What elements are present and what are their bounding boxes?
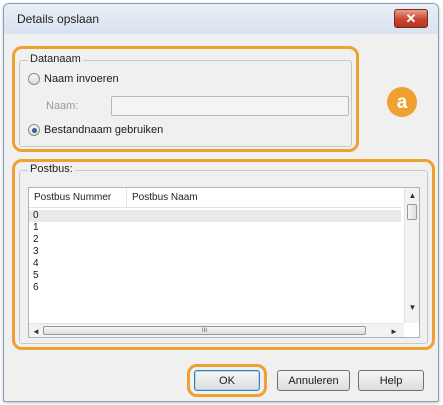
list-item[interactable]: 5 bbox=[29, 270, 401, 282]
file-name-group-title: Datanaam bbox=[28, 53, 83, 65]
scroll-left-icon[interactable]: ◄ bbox=[29, 324, 43, 338]
horizontal-scrollbar[interactable]: ◄ III ► bbox=[29, 323, 404, 337]
list-item[interactable]: 6 bbox=[29, 282, 401, 290]
mailbox-group-title: Postbus: bbox=[28, 163, 75, 175]
name-input[interactable] bbox=[111, 96, 349, 116]
close-button[interactable]: ✕ bbox=[394, 9, 428, 28]
close-icon: ✕ bbox=[405, 11, 417, 26]
mailbox-list[interactable]: Postbus Nummer Postbus Naam 0 1 2 3 4 5 … bbox=[28, 187, 420, 338]
save-details-dialog: Details opslaan ✕ Datanaam Naam invoeren… bbox=[3, 3, 439, 402]
list-item[interactable]: 4 bbox=[29, 258, 401, 270]
radio-enter-name-indicator[interactable] bbox=[28, 73, 40, 85]
mailbox-list-rows: 0 1 2 3 4 5 6 bbox=[29, 210, 401, 290]
vertical-scroll-thumb[interactable] bbox=[407, 204, 417, 220]
name-field-label: Naam: bbox=[46, 100, 79, 112]
radio-enter-name-label: Naam invoeren bbox=[44, 73, 119, 85]
mailbox-group: Postbus: Postbus Nummer Postbus Naam 0 1… bbox=[19, 163, 428, 344]
mailbox-list-header: Postbus Nummer Postbus Naam bbox=[29, 188, 401, 208]
radio-use-file-name-indicator[interactable] bbox=[28, 124, 40, 136]
dialog-title: Details opslaan bbox=[17, 12, 100, 26]
list-item[interactable]: 3 bbox=[29, 246, 401, 258]
column-header-mailbox-name[interactable]: Postbus Naam bbox=[127, 188, 401, 207]
file-name-group: Datanaam Naam invoeren Naam: Bestandnaam… bbox=[19, 53, 352, 147]
callout-badge-a: a bbox=[387, 87, 417, 117]
title-bar: Details opslaan ✕ bbox=[4, 4, 438, 34]
column-header-mailbox-number[interactable]: Postbus Nummer bbox=[29, 188, 127, 207]
radio-use-file-name[interactable]: Bestandnaam gebruiken bbox=[28, 124, 163, 136]
scroll-up-icon[interactable]: ▲ bbox=[405, 188, 420, 203]
horizontal-scroll-thumb[interactable]: III bbox=[43, 326, 366, 335]
radio-use-file-name-label: Bestandnaam gebruiken bbox=[44, 124, 164, 136]
ok-button[interactable]: OK bbox=[194, 370, 260, 391]
cancel-button[interactable]: Annuleren bbox=[277, 370, 350, 391]
scroll-right-icon[interactable]: ► bbox=[387, 324, 401, 338]
list-item[interactable]: 2 bbox=[29, 234, 401, 246]
list-item[interactable]: 1 bbox=[29, 222, 401, 234]
radio-enter-name[interactable]: Naam invoeren bbox=[28, 73, 119, 85]
help-button[interactable]: Help bbox=[358, 370, 424, 391]
scroll-down-icon[interactable]: ▼ bbox=[405, 300, 420, 315]
vertical-scrollbar[interactable]: ▲ ▼ bbox=[404, 188, 419, 323]
list-item[interactable]: 0 bbox=[29, 210, 401, 222]
